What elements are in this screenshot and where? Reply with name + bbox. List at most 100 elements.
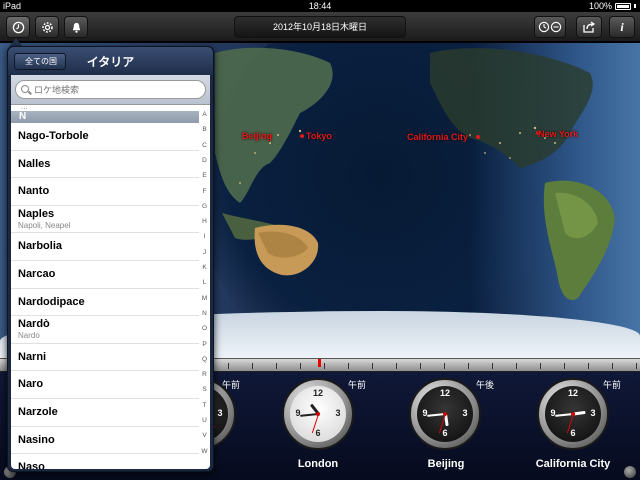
time-slider-tick: [612, 363, 613, 369]
info-button[interactable]: i: [609, 16, 635, 38]
location-row[interactable]: Naples Napoli, Neapel: [11, 206, 199, 234]
location-name: Narcao: [18, 267, 56, 280]
index-letter[interactable]: A: [199, 111, 210, 118]
location-name: Nasino: [18, 433, 55, 446]
clock-center-pin: [571, 412, 575, 416]
location-row[interactable]: Narni: [11, 344, 199, 372]
location-name: Nalles: [18, 157, 51, 170]
index-letter[interactable]: G: [199, 203, 210, 210]
location-search-input[interactable]: [15, 80, 206, 99]
time-slider-tick: [228, 363, 229, 369]
status-bar: iPad 18:44 100%: [0, 0, 640, 12]
clock-icon: [12, 21, 24, 33]
search-bar: [11, 75, 210, 105]
index-letter[interactable]: W: [199, 448, 210, 455]
clock-london[interactable]: 12 3 6 9: [282, 378, 354, 450]
location-name: Naso: [18, 461, 45, 469]
index-letter[interactable]: N: [199, 310, 210, 317]
city-label-new-york[interactable]: New York: [538, 129, 578, 139]
index-letter[interactable]: I: [199, 233, 210, 240]
index-letter[interactable]: U: [199, 417, 210, 424]
battery-tip-icon: [634, 4, 636, 8]
location-name: Narzole: [18, 405, 58, 418]
index-letter[interactable]: E: [199, 172, 210, 179]
clock-numeral: 3: [462, 408, 468, 418]
status-time: 18:44: [308, 1, 332, 11]
clock-ampm-london: 午前: [348, 380, 367, 390]
gear-icon: [41, 21, 53, 33]
location-name: Nardò: [18, 318, 50, 331]
location-row[interactable]: Narcao: [11, 261, 199, 289]
index-letter[interactable]: Q: [199, 356, 210, 363]
index-letter[interactable]: D: [199, 157, 210, 164]
location-row[interactable]: Nalles: [11, 151, 199, 179]
time-slider-tick: [348, 363, 349, 369]
date-display[interactable]: 2012年10月18日木曜日: [234, 16, 406, 38]
alarm-button[interactable]: [64, 16, 88, 38]
dual-clock-button[interactable]: [534, 16, 566, 38]
alphabet-index[interactable]: A B C D E F G H I J K L M N O P Q R S T U V W: [199, 105, 210, 469]
location-row[interactable]: Nago-Torbole: [11, 123, 199, 151]
index-letter[interactable]: L: [199, 279, 210, 286]
city-label-tokyo[interactable]: Tokyo: [306, 131, 332, 141]
city-label-california-city[interactable]: California City: [407, 132, 468, 142]
location-row[interactable]: Naso: [11, 454, 199, 469]
clock-numeral: 12: [439, 388, 450, 398]
location-row[interactable]: Narbolia: [11, 233, 199, 261]
index-letter[interactable]: S: [199, 386, 210, 393]
info-icon: i: [620, 19, 624, 34]
time-slider-tick: [564, 363, 565, 369]
index-letter[interactable]: T: [199, 402, 210, 409]
clock-ampm-beijing: 午後: [476, 380, 495, 390]
index-letter[interactable]: B: [199, 126, 210, 133]
index-letter[interactable]: P: [199, 341, 210, 348]
city-label-beijing[interactable]: Beijing: [242, 131, 272, 141]
location-row[interactable]: Nasino: [11, 427, 199, 455]
city-dot-california-city: [476, 135, 480, 139]
location-alt-names: Nardo: [18, 331, 40, 341]
location-row[interactable]: Nanto: [11, 178, 199, 206]
time-slider-tick: [492, 363, 493, 369]
location-name: Naro: [18, 378, 44, 391]
location-list: Nago-Torbole Nalles Nanto Naples Napoli, Nea…: [11, 123, 199, 469]
location-name: Nago-Torbole: [18, 130, 89, 142]
clock-california-city[interactable]: 12 3 6 9: [537, 378, 609, 450]
popover-header: 全ての国 イタリア: [8, 47, 213, 75]
scroll-right-icon[interactable]: [624, 466, 636, 478]
location-name: Narni: [18, 350, 47, 363]
index-letter[interactable]: H: [199, 218, 210, 225]
index-letter[interactable]: K: [199, 264, 210, 271]
time-slider-tick: [516, 363, 517, 369]
location-row[interactable]: Narzole: [11, 399, 199, 427]
time-slider-tick: [468, 363, 469, 369]
search-icon: [21, 85, 29, 93]
index-letter[interactable]: F: [199, 188, 210, 195]
location-row[interactable]: Naro: [11, 371, 199, 399]
share-icon: [583, 21, 596, 33]
battery-icon: [615, 2, 631, 10]
settings-button[interactable]: [35, 16, 59, 38]
popover-body: ... N Nago-TorboleNallesNantoNaplesNapol…: [11, 75, 210, 469]
clock-center-pin: [443, 412, 447, 416]
index-letter[interactable]: C: [199, 142, 210, 149]
clock-beijing[interactable]: 12 3 6 9: [409, 378, 481, 450]
popover-title: イタリア: [86, 55, 135, 69]
bell-icon: [72, 22, 80, 33]
index-letter[interactable]: M: [199, 295, 210, 302]
location-row[interactable]: Nardodipace: [11, 289, 199, 317]
clock-name-london: London: [297, 458, 339, 470]
location-row[interactable]: Nardò Nardo: [11, 316, 199, 344]
time-slider-tick: [444, 363, 445, 369]
clock-numeral: 3: [335, 408, 341, 418]
time-slider-tick: [300, 363, 301, 369]
clock-ampm-hidden: 午前: [222, 380, 241, 390]
share-button[interactable]: [576, 16, 602, 38]
clock-button[interactable]: [6, 16, 30, 38]
index-letter[interactable]: J: [199, 249, 210, 256]
index-letter[interactable]: O: [199, 325, 210, 332]
index-letter[interactable]: R: [199, 371, 210, 378]
location-name: Nardodipace: [18, 295, 85, 308]
time-slider-tick: [420, 363, 421, 369]
time-slider-marker[interactable]: [318, 359, 321, 367]
index-letter[interactable]: V: [199, 432, 210, 439]
